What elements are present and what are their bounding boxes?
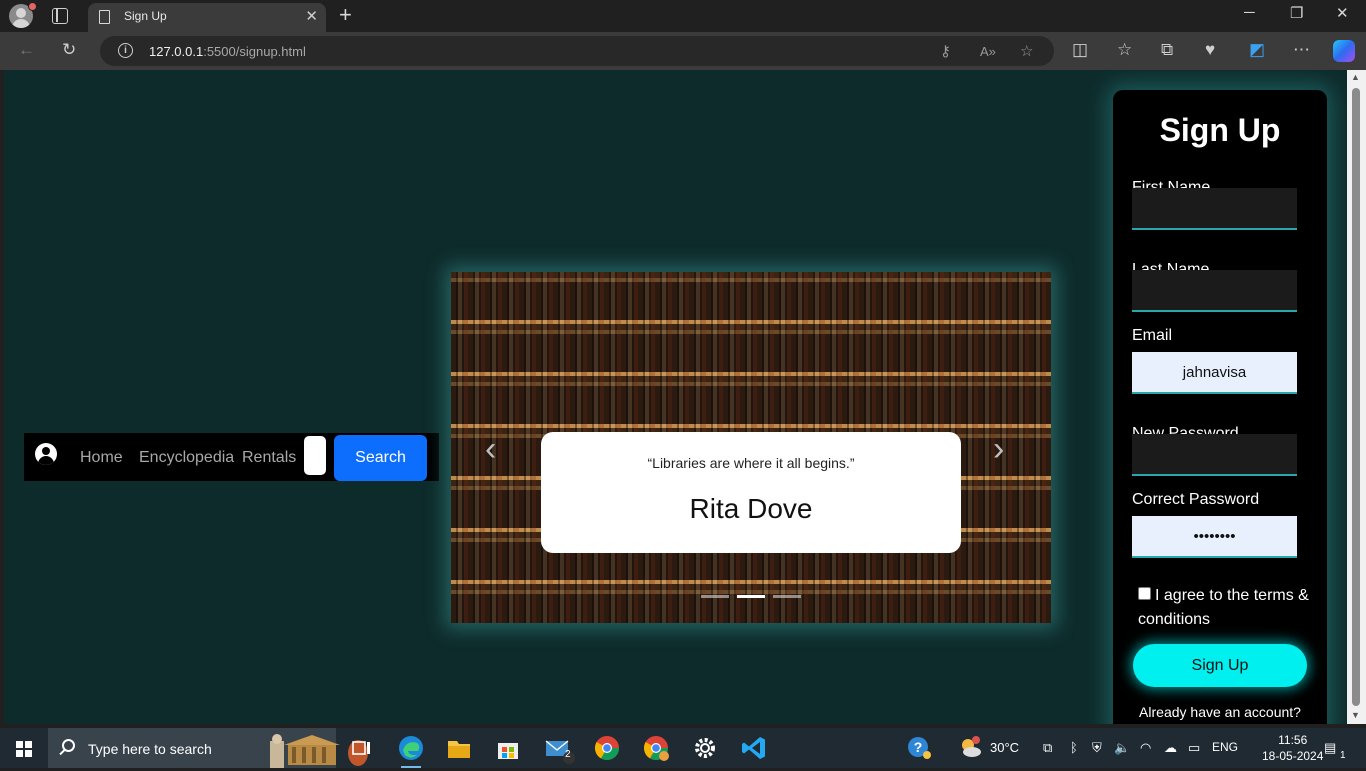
- new-password-field[interactable]: [1132, 434, 1297, 476]
- notifications-icon[interactable]: ▤: [1324, 740, 1336, 756]
- terms-checkbox[interactable]: [1138, 587, 1151, 600]
- minimize-icon[interactable]: ─: [1244, 4, 1255, 21]
- correct-password-label: Correct Password: [1132, 491, 1260, 508]
- url-text: 127.0.0.1:5500/signup.html: [149, 44, 306, 59]
- svg-text:?: ?: [914, 739, 923, 755]
- page-body: Home Encyclopedia Rentals Search ‹ › “Li…: [4, 70, 1347, 724]
- quote-text: “Libraries are where it all begins.”: [647, 455, 855, 471]
- profile-avatar-icon[interactable]: [9, 2, 37, 28]
- address-bar[interactable]: i 127.0.0.1:5500/signup.html ⚷ A» ☆: [100, 36, 1054, 66]
- navbar: Home Encyclopedia Rentals Search: [24, 433, 439, 481]
- nav-link-encyclopedia[interactable]: Encyclopedia: [139, 449, 234, 467]
- quote-card: “Libraries are where it all begins.” Rit…: [541, 432, 961, 553]
- browser-tab-signup[interactable]: Sign Up ✕: [88, 3, 326, 32]
- carousel-prev-icon[interactable]: ‹: [485, 430, 496, 469]
- clock-time: 11:56: [1278, 733, 1308, 747]
- tab-title: Sign Up: [124, 9, 167, 23]
- close-tab-icon[interactable]: ✕: [305, 7, 318, 25]
- chrome-profile-icon[interactable]: [642, 734, 670, 762]
- battery-icon[interactable]: ▭: [1188, 740, 1200, 756]
- security-shield-icon[interactable]: ⛨: [1092, 740, 1102, 756]
- back-icon[interactable]: ←: [18, 40, 35, 60]
- search-icon: [62, 739, 75, 752]
- first-name-field[interactable]: [1132, 188, 1297, 230]
- signup-button[interactable]: Sign Up: [1133, 644, 1307, 687]
- favorites-icon[interactable]: ☆: [1117, 40, 1132, 60]
- volume-icon[interactable]: 🔈: [1114, 740, 1130, 756]
- taskbar-search-box[interactable]: Type here to search: [48, 728, 368, 768]
- nav-link-rentals[interactable]: Rentals: [242, 449, 296, 467]
- quote-carousel: ‹ › “Libraries are where it all begins.”…: [451, 272, 1051, 623]
- bluetooth-icon[interactable]: ᛒ: [1070, 740, 1078, 755]
- settings-gear-icon[interactable]: [691, 734, 719, 762]
- new-tab-icon[interactable]: +: [339, 2, 352, 28]
- refresh-icon[interactable]: ↻: [62, 40, 76, 60]
- mail-icon[interactable]: 2: [543, 734, 575, 764]
- carousel-next-icon[interactable]: ›: [993, 430, 1004, 469]
- vscode-icon[interactable]: [740, 734, 768, 762]
- email-label: Email: [1132, 327, 1173, 344]
- email-field[interactable]: [1132, 352, 1297, 394]
- already-have-account-link[interactable]: Already have an account?: [1113, 704, 1327, 720]
- split-screen-icon[interactable]: ◫: [1072, 40, 1088, 60]
- task-view-icon[interactable]: [348, 734, 376, 762]
- nav-search-input[interactable]: [304, 436, 326, 475]
- scroll-up-icon[interactable]: ▲: [1351, 72, 1360, 82]
- search-button[interactable]: Search: [334, 435, 427, 481]
- read-aloud-icon[interactable]: A»: [980, 44, 996, 59]
- form-title: Sign Up: [1159, 112, 1281, 148]
- copilot-icon[interactable]: [1333, 40, 1355, 62]
- nav-link-home[interactable]: Home: [80, 449, 123, 467]
- user-account-icon[interactable]: [35, 443, 57, 465]
- meet-now-icon[interactable]: ⧉: [1043, 740, 1052, 756]
- carousel-indicator-2[interactable]: [737, 595, 765, 598]
- signup-form: Sign Up First Name Last Name Email New P…: [1113, 90, 1327, 724]
- quote-author: Rita Dove: [689, 493, 813, 524]
- help-icon[interactable]: ?: [906, 734, 934, 762]
- edge-workspace-icon[interactable]: ◩: [1249, 40, 1265, 60]
- windows-start-icon[interactable]: [16, 741, 32, 757]
- collections-icon[interactable]: ⧉: [1161, 40, 1173, 60]
- onedrive-icon[interactable]: ☁: [1164, 740, 1177, 756]
- network-icon[interactable]: ◠: [1140, 740, 1151, 756]
- last-name-field[interactable]: [1132, 270, 1297, 312]
- windows-taskbar: Type here to search 2 ? 30°C ⧉ ᛒ ⛨ 🔈 ◠ ☁…: [0, 728, 1366, 768]
- system-clock[interactable]: 11:56 18-05-2024: [1262, 732, 1323, 764]
- terms-label: I agree to the terms & conditions: [1138, 587, 1309, 628]
- carousel-indicator-3[interactable]: [773, 595, 801, 598]
- favorite-star-icon[interactable]: ☆: [1020, 42, 1033, 60]
- notification-count: 1: [1340, 750, 1346, 761]
- carousel-indicator-1[interactable]: [701, 595, 729, 598]
- page-scrollbar[interactable]: ▲ ▼: [1347, 70, 1366, 724]
- close-window-icon[interactable]: ✕: [1336, 4, 1349, 22]
- file-explorer-icon[interactable]: [445, 734, 473, 762]
- scrollbar-thumb[interactable]: [1352, 88, 1360, 706]
- more-menu-icon[interactable]: ⋯: [1293, 40, 1310, 60]
- taskbar-search-placeholder: Type here to search: [88, 741, 212, 757]
- correct-password-field[interactable]: [1132, 516, 1297, 558]
- page-icon: [99, 10, 110, 24]
- language-indicator[interactable]: ENG: [1212, 740, 1238, 754]
- browser-toolbar: ← ↻ i 127.0.0.1:5500/signup.html ⚷ A» ☆ …: [0, 32, 1366, 70]
- mail-badge: 2: [565, 749, 571, 760]
- restore-icon[interactable]: ❐: [1290, 4, 1303, 22]
- browser-tab-strip: Sign Up ✕ + ─ ❐ ✕: [0, 0, 1366, 32]
- edge-browser-icon[interactable]: [397, 734, 425, 768]
- microsoft-store-icon[interactable]: [494, 734, 522, 762]
- tab-actions-icon[interactable]: [52, 8, 68, 24]
- chrome-icon[interactable]: [593, 734, 621, 762]
- key-icon[interactable]: ⚷: [940, 42, 951, 60]
- clock-date: 18-05-2024: [1262, 749, 1324, 763]
- weather-icon[interactable]: [956, 734, 984, 762]
- browser-essentials-icon[interactable]: ♥: [1205, 40, 1215, 60]
- scroll-down-icon[interactable]: ▼: [1351, 710, 1360, 720]
- temperature-text: 30°C: [990, 740, 1020, 755]
- site-info-icon[interactable]: i: [118, 43, 133, 58]
